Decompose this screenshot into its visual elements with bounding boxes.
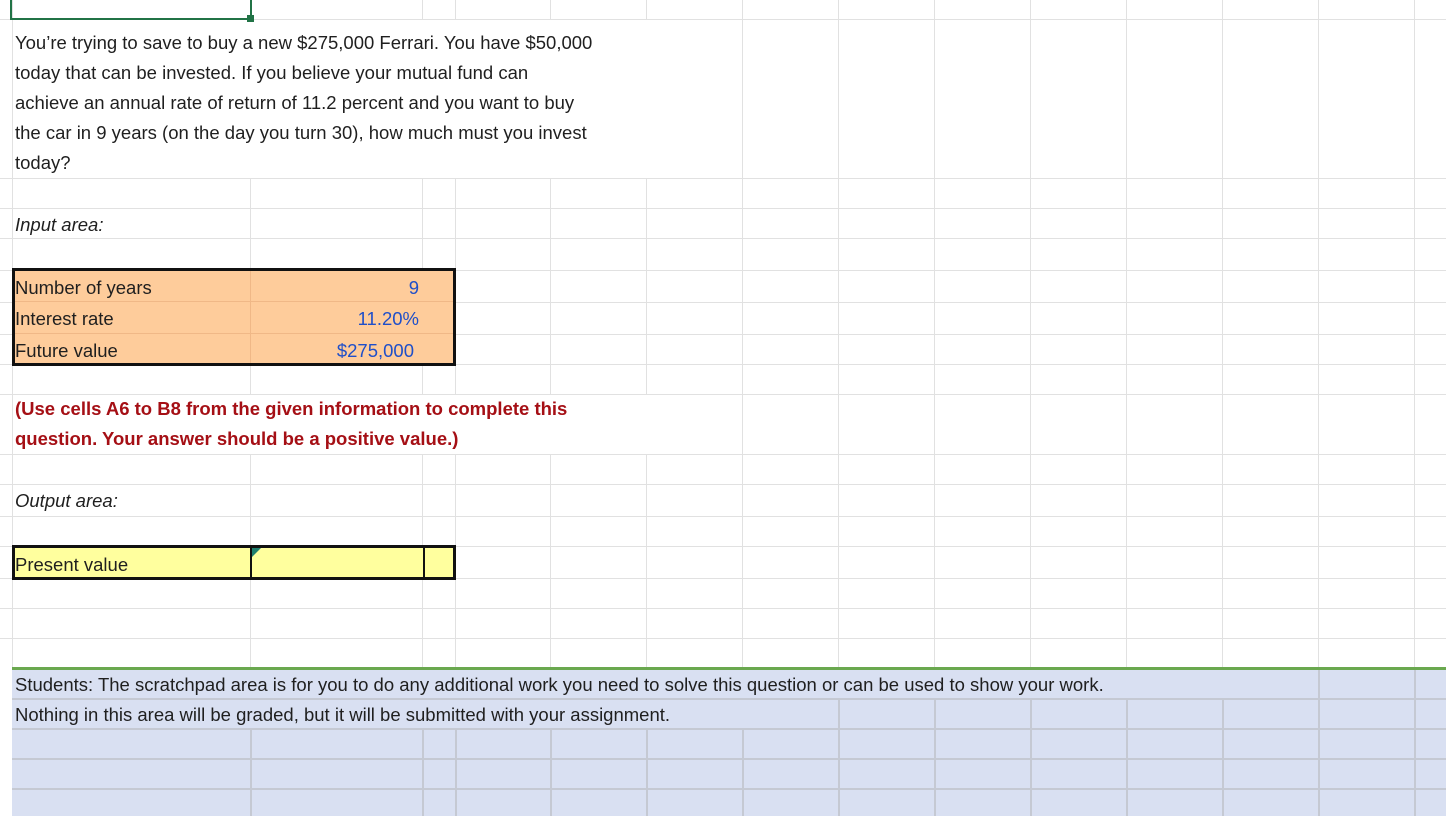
scratch-col-divider	[1126, 700, 1128, 730]
scratch-row-divider	[12, 728, 1446, 730]
instruction-line: question. Your answer should be a positi…	[15, 428, 459, 449]
scratch-col-divider	[422, 730, 424, 816]
scratch-col-divider	[1318, 730, 1320, 816]
problem-line: today that can be invested. If you belie…	[15, 62, 529, 83]
scratchpad-note: Students: The scratchpad area is for you…	[15, 674, 1104, 695]
problem-line: achieve an annual rate of return of 11.2…	[15, 92, 575, 113]
scratch-col-divider	[934, 730, 936, 816]
scratch-col-divider	[1414, 730, 1416, 816]
input-label-rate[interactable]: Interest rate	[15, 308, 114, 330]
scratch-col-divider	[838, 730, 840, 816]
scratch-col-divider	[1030, 700, 1032, 730]
input-value-rate[interactable]: 11.20%	[358, 308, 419, 330]
scratch-col-divider	[1126, 730, 1128, 816]
input-value-years[interactable]: 9	[409, 277, 419, 299]
output-divider	[423, 548, 425, 577]
scratch-col-divider	[1318, 700, 1320, 730]
problem-line: today?	[15, 152, 71, 173]
scratchpad-note: Nothing in this area will be graded, but…	[15, 704, 671, 725]
scratch-col-divider	[1222, 730, 1224, 816]
problem-line: You’re trying to save to buy a new $275,…	[15, 32, 593, 53]
input-label-fv[interactable]: Future value	[15, 340, 118, 362]
input-area-heading: Input area:	[15, 214, 104, 235]
scratch-col-divider	[646, 730, 648, 816]
scratch-row-divider	[12, 788, 1446, 790]
active-cell-selection[interactable]	[10, 0, 252, 20]
scratch-col-divider	[1222, 700, 1224, 730]
input-row-divider	[15, 301, 453, 302]
fill-handle[interactable]	[247, 15, 254, 22]
input-label-years[interactable]: Number of years	[15, 277, 152, 299]
scratch-col-divider	[742, 730, 744, 816]
scratch-row-divider	[12, 758, 1446, 760]
scratch-col-divider	[550, 730, 552, 816]
scratch-row-divider	[12, 698, 1446, 700]
output-value-pv[interactable]	[252, 548, 420, 577]
output-label-pv[interactable]: Present value	[15, 554, 128, 576]
input-value-fv[interactable]: $275,000	[337, 340, 414, 362]
scratch-col-divider	[250, 730, 252, 816]
scratch-col-divider	[1414, 700, 1416, 730]
output-area-heading: Output area:	[15, 490, 118, 511]
input-divider	[250, 271, 251, 363]
instruction-line: (Use cells A6 to B8 from the given infor…	[15, 398, 568, 419]
scratch-col-divider	[1318, 670, 1320, 700]
scratch-col-divider	[934, 700, 936, 730]
scratch-col-divider	[838, 700, 840, 730]
scratch-col-divider	[1414, 670, 1416, 700]
problem-line: the car in 9 years (on the day you turn …	[15, 122, 587, 143]
scratch-col-divider	[455, 730, 457, 816]
input-row-divider	[15, 333, 453, 334]
scratch-col-divider	[1030, 730, 1032, 816]
